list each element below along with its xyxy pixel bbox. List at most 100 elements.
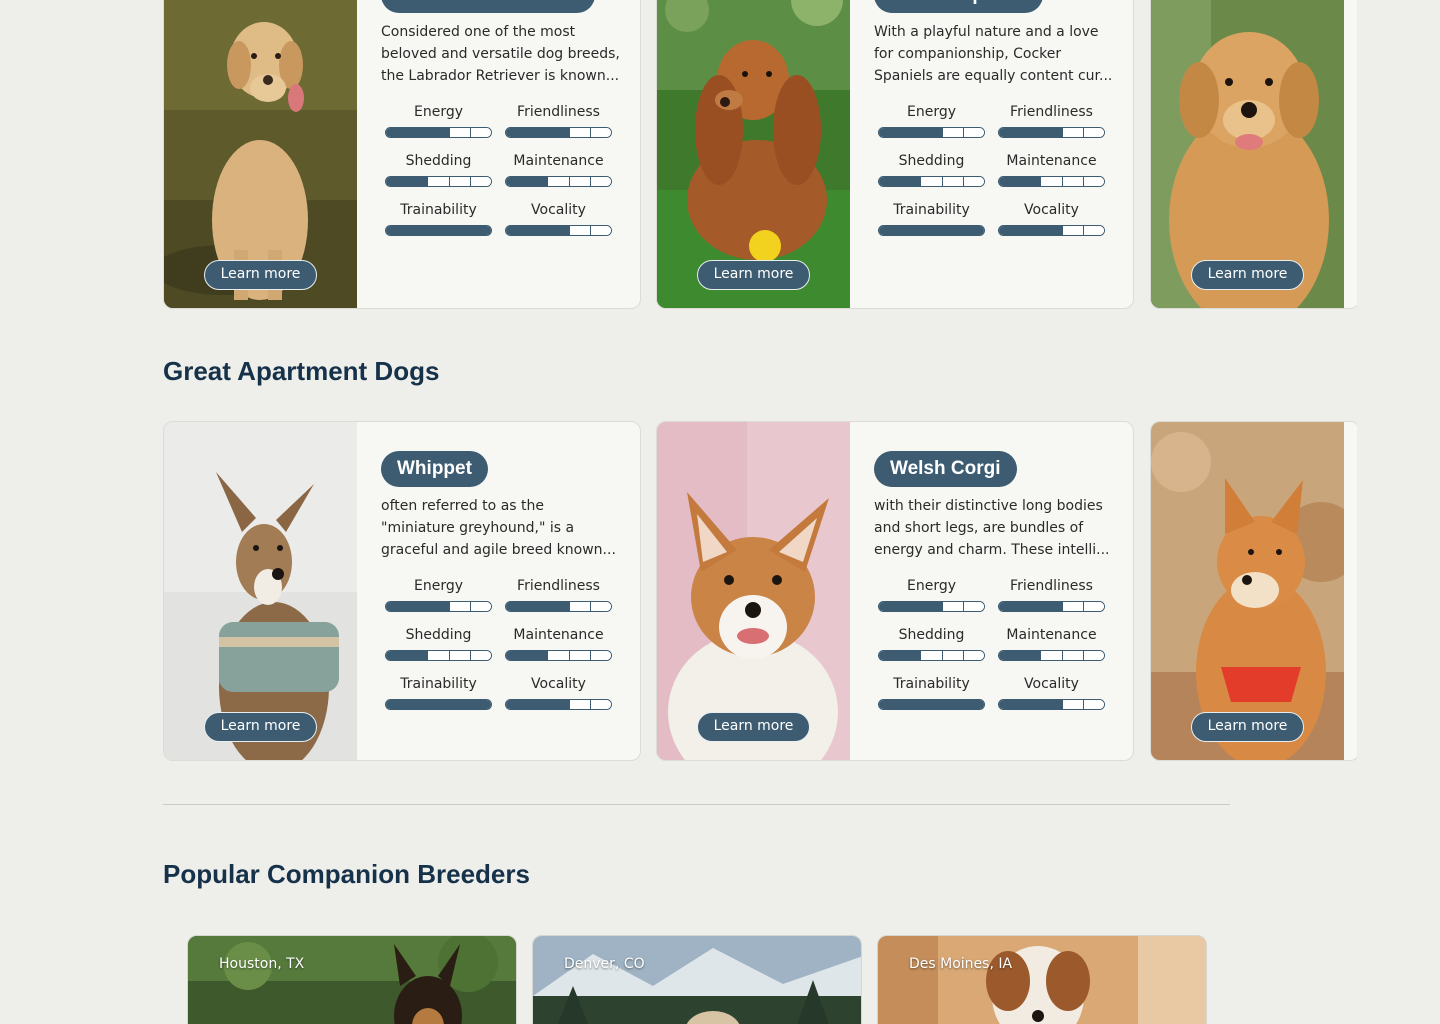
learn-more-button[interactable]: Learn more (697, 712, 810, 742)
meter-segment (999, 651, 1021, 660)
breed-card-cocker-spaniel: Learn more Cocker Spaniel With a playful… (656, 0, 1134, 309)
meter-segment (386, 226, 408, 235)
trait-label: Trainability (400, 676, 477, 692)
breed-info: Laborador Retriever Considered one of th… (381, 0, 621, 236)
breed-info: Cocker Spaniel With a playful nature and… (874, 0, 1114, 236)
meter-segment (1062, 128, 1084, 137)
meter-segment (506, 700, 528, 709)
trait-label: Energy (413, 578, 463, 594)
meter-segment (879, 700, 901, 709)
breed-name: Laborador Retriever (381, 0, 595, 13)
meter-segment (879, 226, 901, 235)
learn-more-button[interactable]: Learn more (204, 260, 317, 290)
trait-shedding: Shedding (385, 626, 505, 661)
meter-segment (999, 177, 1021, 186)
trait-meter (998, 225, 1105, 236)
breeder-card-houston[interactable]: Houston, TX (187, 935, 517, 1024)
meter-segment (428, 700, 450, 709)
trait-meter (878, 650, 985, 661)
breeder-location: Des Moines, IA (909, 956, 1013, 972)
learn-more-button[interactable]: Learn more (204, 712, 317, 742)
meter-segment (449, 226, 471, 235)
meter-segment (386, 700, 408, 709)
trait-label: Energy (906, 578, 956, 594)
meter-segment (942, 177, 964, 186)
meter-segment (548, 226, 570, 235)
meter-segment (470, 602, 491, 611)
meter-segment (428, 128, 450, 137)
trait-meter (998, 650, 1105, 661)
meter-segment (900, 602, 922, 611)
trait-energy: Energy (385, 103, 505, 138)
meter-segment (407, 128, 429, 137)
meter-segment (1062, 700, 1084, 709)
meter-segment (921, 651, 943, 660)
learn-more-button[interactable]: Learn more (1191, 712, 1304, 742)
trait-grid: Energy Friendliness Shedding Maintenance… (878, 103, 1114, 236)
meter-segment (449, 177, 471, 186)
meter-segment (569, 177, 591, 186)
trait-shedding: Shedding (385, 152, 505, 187)
meter-segment (428, 602, 450, 611)
trait-vocality: Vocality (505, 201, 625, 236)
meter-segment (428, 226, 450, 235)
meter-segment (527, 700, 549, 709)
trait-meter (505, 601, 612, 612)
labrador-photo: Learn more (164, 0, 357, 308)
jack-russell-photo (878, 936, 1206, 1024)
meter-segment (900, 128, 922, 137)
breed-description: With a playful nature and a love for com… (874, 24, 1113, 84)
meter-segment (963, 700, 984, 709)
breed-card-golden-retriever: Learn more (1150, 0, 1357, 309)
trait-maintenance: Maintenance (998, 152, 1118, 187)
meter-segment (407, 602, 429, 611)
trait-maintenance: Maintenance (998, 626, 1118, 661)
trait-meter (505, 176, 612, 187)
meter-segment (1083, 651, 1104, 660)
meter-segment (1062, 177, 1084, 186)
meter-segment (1020, 128, 1042, 137)
meter-segment (1041, 128, 1063, 137)
meter-segment (1041, 177, 1063, 186)
trait-meter (385, 699, 492, 710)
trait-meter (505, 127, 612, 138)
meter-segment (1020, 602, 1042, 611)
trait-meter (385, 127, 492, 138)
meter-segment (879, 177, 901, 186)
trait-meter (878, 127, 985, 138)
breeder-location: Denver, CO (564, 956, 645, 972)
meter-segment (1020, 700, 1042, 709)
breeder-card-denver[interactable]: Denver, CO (532, 935, 862, 1024)
meter-segment (506, 602, 528, 611)
meter-segment (942, 602, 964, 611)
breed-info: Whippet often referred to as the "miniat… (381, 422, 621, 710)
meter-segment (527, 128, 549, 137)
meter-segment (921, 226, 943, 235)
meter-segment (590, 602, 611, 611)
meter-segment (1041, 651, 1063, 660)
meter-segment (1083, 177, 1104, 186)
meter-segment (386, 177, 408, 186)
trait-label: Maintenance (1006, 627, 1097, 643)
meter-segment (879, 602, 901, 611)
trait-maintenance: Maintenance (505, 626, 625, 661)
trait-label: Maintenance (513, 627, 604, 643)
trait-meter (385, 176, 492, 187)
meter-segment (428, 651, 450, 660)
trait-meter (385, 225, 492, 236)
learn-more-button[interactable]: Learn more (697, 260, 810, 290)
meter-segment (548, 177, 570, 186)
learn-more-button[interactable]: Learn more (1191, 260, 1304, 290)
section-divider (163, 804, 1230, 805)
breeder-card-des-moines[interactable]: Des Moines, IA (877, 935, 1207, 1024)
breed-description: with their distinctive long bodies and s… (874, 498, 1110, 558)
meter-segment (470, 700, 491, 709)
meter-segment (590, 128, 611, 137)
trait-grid: Energy Friendliness Shedding Maintenance… (385, 577, 621, 710)
section-title-apartment-dogs: Great Apartment Dogs (163, 356, 440, 386)
meter-segment (407, 700, 429, 709)
trait-trainability: Trainability (878, 201, 998, 236)
trait-grid: Energy Friendliness Shedding Maintenance… (385, 103, 621, 236)
meter-segment (1020, 177, 1042, 186)
breed-name: Whippet (381, 451, 488, 487)
